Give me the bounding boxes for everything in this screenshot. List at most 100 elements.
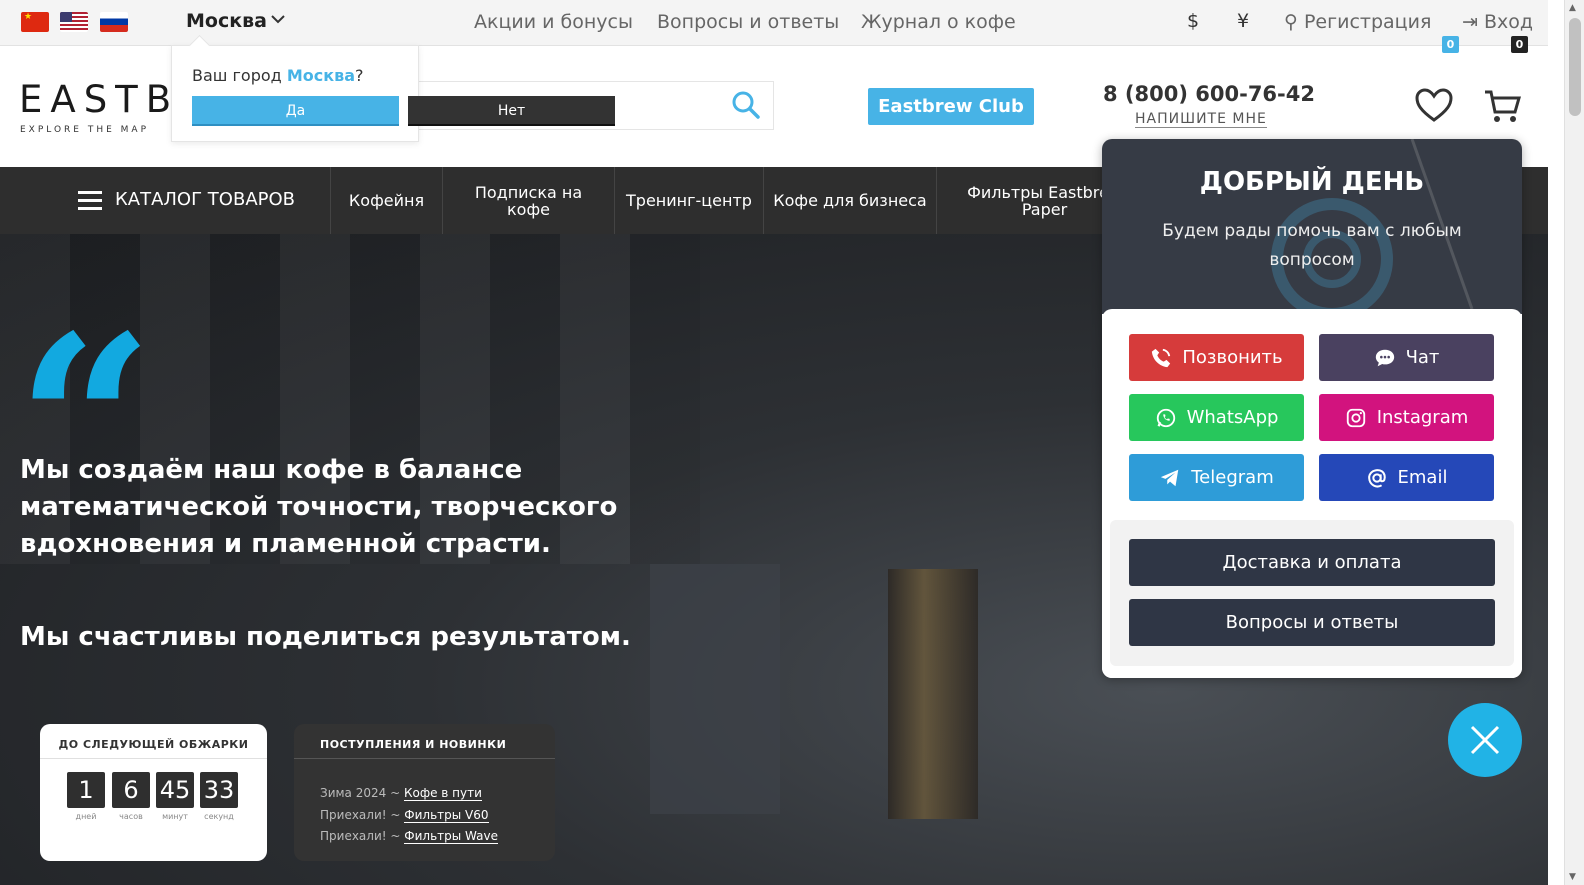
city-no-button[interactable]: Нет <box>408 96 615 126</box>
nav-item-coffee-for-business[interactable]: Кофе для бизнеса <box>764 167 937 234</box>
whatsapp-button[interactable]: WhatsApp <box>1129 394 1304 441</box>
nav-item-subscription[interactable]: Подписка на кофе <box>443 167 615 234</box>
cart-count-badge: 0 <box>1511 36 1528 53</box>
login-link[interactable]: ⇥ Вход <box>1462 11 1533 33</box>
scroll-down-arrow-icon[interactable]: ▼ <box>1569 872 1576 882</box>
countdown-days-label: дней <box>75 812 97 821</box>
user-icon: ⚲ <box>1284 11 1298 33</box>
logo-tagline: EXPLORE THE MAP <box>20 125 150 135</box>
widget-greeting: ДОБРЫЙ ДЕНЬ <box>1199 167 1425 197</box>
nav-item-training-center[interactable]: Тренинг-центр <box>615 167 764 234</box>
usa-flag-icon[interactable] <box>60 12 88 32</box>
faq-button[interactable]: Вопросы и ответы <box>1129 599 1495 646</box>
phone-icon <box>1152 348 1171 367</box>
countdown-hours-label: часов <box>119 812 143 821</box>
instagram-button[interactable]: Instagram <box>1319 394 1494 441</box>
telegram-button[interactable]: Telegram <box>1129 454 1304 501</box>
currency-yen[interactable]: ¥ <box>1237 10 1249 32</box>
email-label: Email <box>1397 467 1448 488</box>
whatsapp-label: WhatsApp <box>1186 407 1279 428</box>
cart-icon[interactable] <box>1484 88 1522 124</box>
write-me-link[interactable]: НАПИШИТЕ МНЕ <box>1135 111 1267 128</box>
news-item-prefix: Зима 2024 ~ <box>320 786 401 800</box>
email-button[interactable]: Email <box>1319 454 1494 501</box>
call-button[interactable]: Позвонить <box>1129 334 1304 381</box>
countdown-minutes: 45 <box>156 772 194 808</box>
nav-link-promotions[interactable]: Акции и бонусы <box>474 11 633 33</box>
widget-subtitle: Будем рады помочь вам с любым вопросом <box>1162 221 1462 270</box>
telegram-label: Telegram <box>1191 467 1274 488</box>
nav-item-coffee-shop[interactable]: Кофейня <box>331 167 443 234</box>
city-selector[interactable]: Москва <box>186 10 267 32</box>
next-roast-countdown: ДО СЛЕДУЮЩЕЙ ОБЖАРКИ 1 6 45 33 дней часо… <box>40 724 267 861</box>
heart-icon[interactable] <box>1415 88 1453 124</box>
news-item: Зима 2024 ~ Кофе в пути <box>320 786 482 801</box>
news-title: ПОСТУПЛЕНИЯ И НОВИНКИ <box>320 738 507 751</box>
contact-widget: ДОБРЫЙ ДЕНЬ Будем рады помочь вам с любы… <box>1102 139 1522 678</box>
instagram-label: Instagram <box>1376 407 1469 428</box>
chat-button[interactable]: Чат <box>1319 334 1494 381</box>
countdown-days: 1 <box>67 772 105 808</box>
eastbrew-club-button[interactable]: Eastbrew Club <box>868 88 1034 125</box>
countdown-seconds-label: секунд <box>204 812 234 821</box>
whatsapp-icon <box>1156 408 1175 427</box>
hero-subheadline: Мы счастливы поделиться результатом. <box>20 622 631 652</box>
instagram-icon <box>1346 408 1365 427</box>
scrollbar-thumb[interactable] <box>1569 18 1581 116</box>
news-item-prefix: Приехали! ~ <box>320 808 401 822</box>
countdown-seconds: 33 <box>200 772 238 808</box>
catalog-label: КАТАЛОГ ТОВАРОВ <box>115 189 295 210</box>
city-yes-button[interactable]: Да <box>192 96 399 126</box>
city-question: Ваш город Москва? <box>192 66 364 85</box>
catalog-menu-button[interactable]: КАТАЛОГ ТОВАРОВ <box>0 167 331 234</box>
register-label: Регистрация <box>1303 11 1432 33</box>
register-link[interactable]: ⚲ Регистрация <box>1284 11 1431 33</box>
widget-header: ДОБРЫЙ ДЕНЬ Будем рады помочь вам с любы… <box>1102 139 1522 314</box>
city-confirm-popup: Ваш город Москва? Да Нет <box>171 45 615 142</box>
search-icon[interactable] <box>731 90 761 120</box>
phone-number[interactable]: 8 (800) 600-76-42 <box>1103 82 1315 106</box>
divider <box>294 758 555 759</box>
login-label: Вход <box>1483 11 1534 33</box>
favorites-count-badge: 0 <box>1442 36 1459 53</box>
page-scrollbar[interactable]: ▲ ▼ <box>1564 0 1584 885</box>
news-card: ПОСТУПЛЕНИЯ И НОВИНКИ Зима 2024 ~ Кофе в… <box>294 724 555 861</box>
delivery-payment-button[interactable]: Доставка и оплата <box>1129 539 1495 586</box>
russia-flag-icon[interactable] <box>100 12 128 32</box>
hero-background-grinder <box>888 569 978 819</box>
scroll-up-arrow-icon[interactable]: ▲ <box>1569 3 1576 13</box>
hamburger-icon <box>78 191 102 210</box>
currency-dollar[interactable]: $ <box>1187 10 1199 32</box>
news-item-link[interactable]: Фильтры V60 <box>404 808 489 823</box>
city-question-suffix: ? <box>355 66 364 85</box>
china-flag-icon[interactable] <box>21 12 49 32</box>
chat-label: Чат <box>1405 347 1440 368</box>
countdown-title: ДО СЛЕДУЮЩЕЙ ОБЖАРКИ <box>58 738 249 751</box>
nav-link-faq[interactable]: Вопросы и ответы <box>657 11 839 33</box>
divider <box>40 758 267 759</box>
close-widget-button[interactable] <box>1448 703 1522 777</box>
quote-mark-icon: “ <box>16 304 154 444</box>
nav-link-coffee-journal[interactable]: Журнал о кофе <box>861 11 1016 33</box>
countdown-minutes-label: минут <box>162 812 188 821</box>
city-question-prefix: Ваш город <box>192 66 282 85</box>
news-item: Приехали! ~ Фильтры Wave <box>320 829 498 844</box>
news-item: Приехали! ~ Фильтры V60 <box>320 808 489 823</box>
hero-background-bag <box>650 564 780 814</box>
call-label: Позвонить <box>1182 347 1283 368</box>
top-bar: Москва Акции и бонусы Вопросы и ответы Ж… <box>0 0 1548 46</box>
chevron-down-icon[interactable] <box>270 10 286 29</box>
close-icon <box>1470 725 1500 755</box>
city-question-city: Москва <box>286 66 355 85</box>
hero-headline: Мы создаём наш кофе в балансе математиче… <box>20 455 618 559</box>
news-item-link[interactable]: Фильтры Wave <box>404 829 498 844</box>
news-item-link[interactable]: Кофе в пути <box>403 786 482 801</box>
login-icon: ⇥ <box>1462 11 1478 33</box>
widget-links: Доставка и оплата Вопросы и ответы <box>1110 520 1514 666</box>
chat-icon <box>1375 349 1394 366</box>
telegram-icon <box>1161 469 1179 486</box>
widget-body: Позвонить Чат WhatsApp Instagram Telegra… <box>1102 309 1522 678</box>
countdown-hours: 6 <box>112 772 150 808</box>
news-item-prefix: Приехали! ~ <box>320 829 401 843</box>
at-sign-icon <box>1367 468 1386 487</box>
